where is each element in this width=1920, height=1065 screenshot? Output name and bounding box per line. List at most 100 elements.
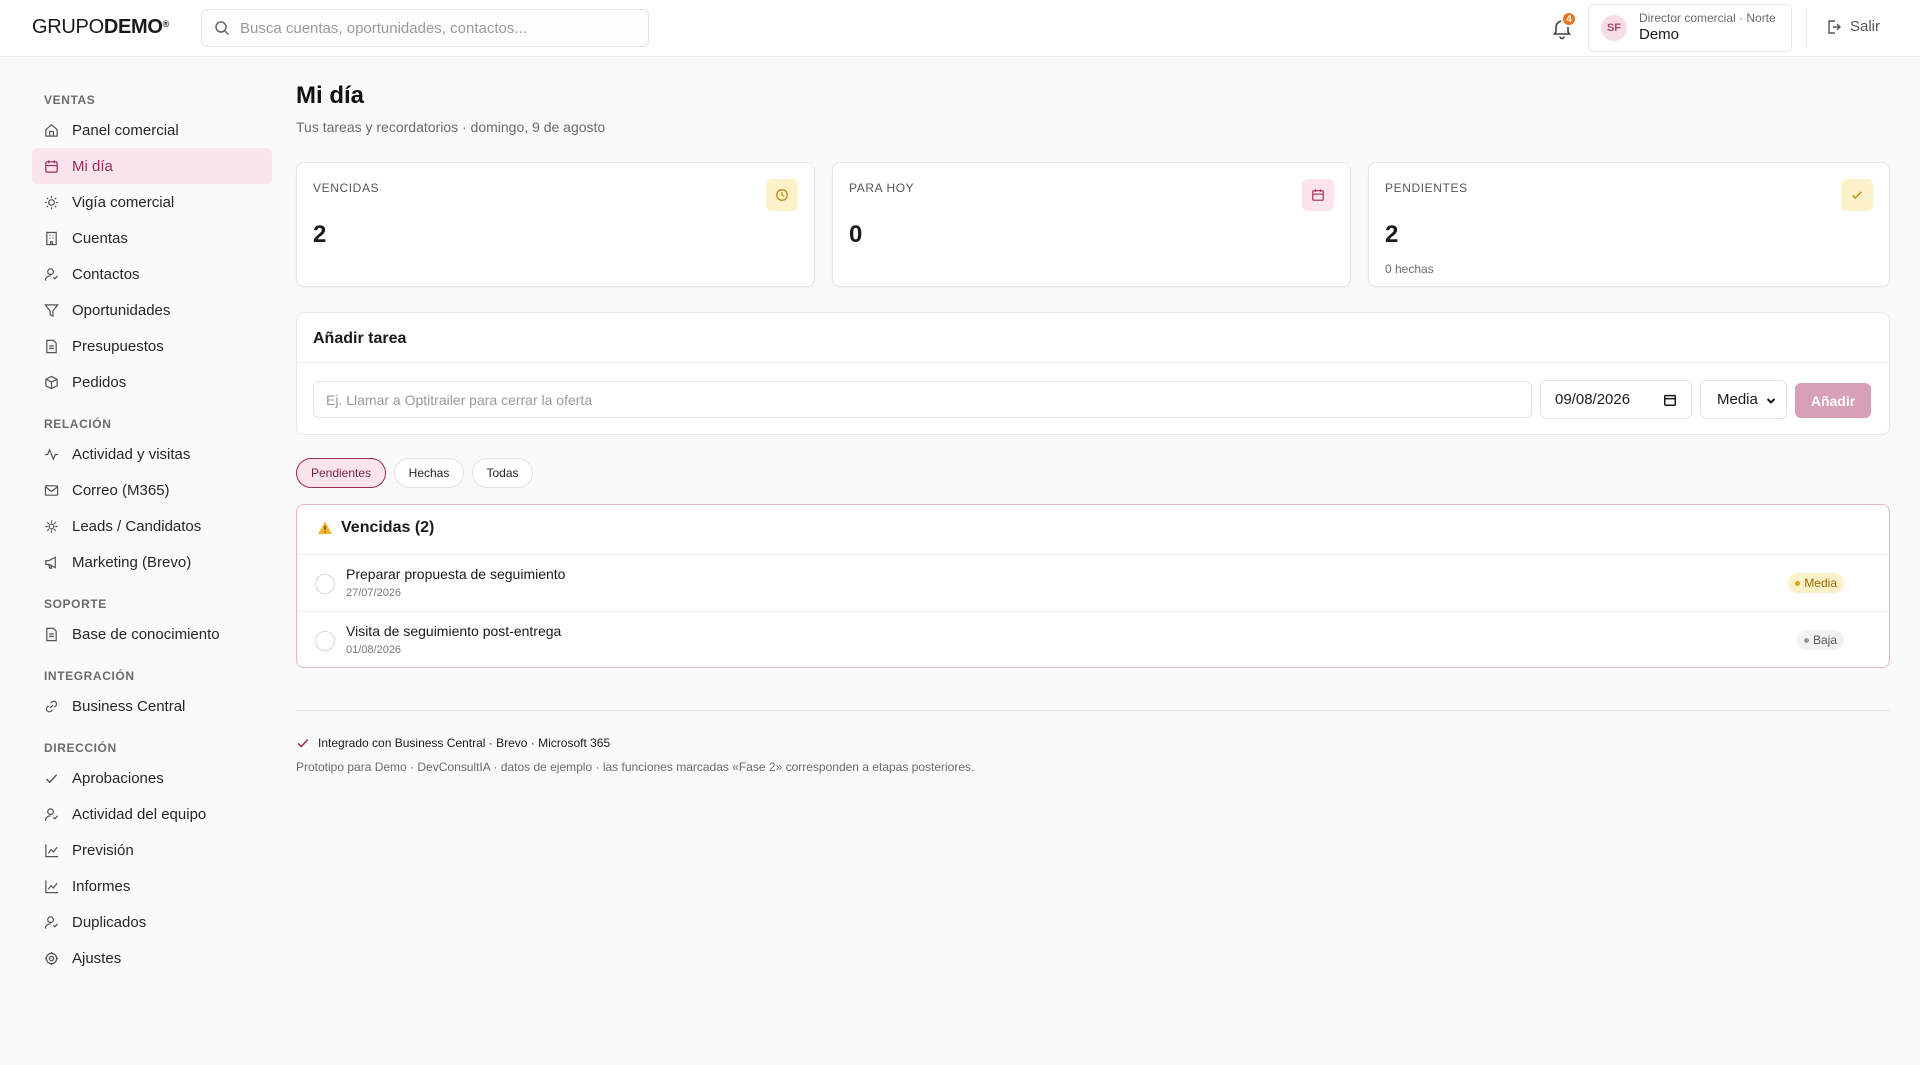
priority-dot [1795,580,1801,586]
sidebar-item-label: Ajustes [72,949,122,967]
document-icon [46,627,57,641]
calendar-icon [45,159,58,173]
sun-icon [44,195,59,209]
stat-value: 2 [313,221,327,248]
header-divider [1806,10,1807,46]
sidebar: VENTAS Panel comercial Mi día Vigía come… [0,57,280,1065]
task-complete-checkbox[interactable] [315,631,335,651]
task-title: Visita de seguimiento post-entrega [346,623,562,639]
overdue-heading-text: Vencidas (2) [341,519,435,536]
stat-label: VENCIDAS [313,181,380,195]
mail-icon [44,484,59,496]
sidebar-item-vigia-comercial[interactable]: Vigía comercial [32,184,272,220]
filter-hechas[interactable]: Hechas [394,458,464,488]
user-menu[interactable]: SF Director comercial · Norte Demo [1588,4,1792,52]
calendar-icon [1302,179,1334,211]
link-icon [45,700,58,712]
priority-dot [1803,637,1809,643]
section-ventas: VENTAS [44,93,96,107]
priority-label: Media [1804,576,1837,590]
stat-sub: 0 hechas [1385,262,1434,276]
gear-icon [44,951,59,965]
sidebar-item-actividad-equipo[interactable]: Actividad del equipo [32,796,272,832]
stat-card-vencidas: VENCIDAS 2 [296,162,815,287]
warning-icon [318,521,332,534]
task-date: 01/08/2026 [346,644,402,656]
check-icon [297,738,309,748]
search-input[interactable] [240,19,630,37]
logo-text-light: GRUPO [32,16,104,38]
sidebar-item-contactos[interactable]: Contactos [32,256,272,292]
filter-pendientes[interactable]: Pendientes [296,458,386,488]
calendar-icon[interactable] [1663,393,1677,407]
stat-label: PARA HOY [849,181,915,195]
add-task-button[interactable]: Añadir [1795,383,1871,418]
sidebar-item-base-conocimiento[interactable]: Base de conocimiento [32,616,272,652]
overdue-task-list: Vencidas (2) Preparar propuesta de segui… [296,504,1890,668]
sidebar-item-cuentas[interactable]: Cuentas [32,220,272,256]
sidebar-item-oportunidades[interactable]: Oportunidades [32,292,272,328]
page-title: Mi día [296,82,365,109]
stat-card-pendientes: PENDIENTES 2 0 hechas [1368,162,1890,287]
check-icon [1841,179,1873,211]
footer-integration: Integrado con Business Central · Brevo ·… [296,736,610,750]
chart-icon [45,843,59,857]
sidebar-item-duplicados[interactable]: Duplicados [32,904,272,940]
section-relacion: RELACIÓN [44,417,112,431]
sidebar-item-label: Previsión [72,841,134,859]
priority-select[interactable]: Media [1700,380,1787,419]
stat-value: 2 [1385,221,1399,248]
sidebar-item-label: Vigía comercial [72,193,175,211]
add-task-panel: Añadir tarea 09/08/2026 Media Añadir [296,312,1890,435]
task-title: Preparar propuesta de seguimiento [346,566,566,582]
team-icon [44,807,59,821]
clock-icon [766,179,798,211]
sidebar-item-panel-comercial[interactable]: Panel comercial [32,112,272,148]
sidebar-item-label: Leads / Candidatos [72,517,202,535]
sidebar-item-label: Business Central [72,697,186,715]
sidebar-item-label: Correo (M365) [72,481,170,499]
sidebar-item-pedidos[interactable]: Pedidos [32,364,272,400]
sidebar-item-correo[interactable]: Correo (M365) [32,472,272,508]
task-complete-checkbox[interactable] [315,574,335,594]
sidebar-item-label: Presupuestos [72,337,164,355]
sidebar-item-prevision[interactable]: Previsión [32,832,272,868]
priority-label: Baja [1812,633,1837,647]
sidebar-item-leads[interactable]: Leads / Candidatos [32,508,272,544]
task-row[interactable]: Preparar propuesta de seguimiento 27/07/… [297,554,1889,611]
page-subtitle: Tus tareas y recordatorios · domingo, 9 … [296,119,606,135]
sidebar-item-label: Pedidos [72,373,127,391]
section-integracion: INTEGRACIÓN [44,669,135,683]
logout-icon [1828,19,1841,34]
due-date-input[interactable]: 09/08/2026 [1540,380,1692,419]
logo[interactable]: GRUPODEMO® [32,16,169,39]
sidebar-item-actividad-visitas[interactable]: Actividad y visitas [32,436,272,472]
sidebar-item-presupuestos[interactable]: Presupuestos [32,328,272,364]
notification-badge: 4 [1561,11,1577,27]
sidebar-item-business-central[interactable]: Business Central [32,688,272,724]
contacts-icon [44,267,59,281]
sidebar-item-marketing[interactable]: Marketing (Brevo) [32,544,272,580]
chevron-down-icon [1766,398,1776,404]
document-icon [46,339,57,353]
priority-badge: Baja [1796,630,1844,650]
check-icon [45,773,58,783]
logout-button[interactable]: Salir [1826,18,1880,35]
sidebar-item-mi-dia[interactable]: Mi día [32,148,272,184]
sidebar-item-label: Actividad del equipo [72,805,207,823]
task-row[interactable]: Visita de seguimiento post-entrega 01/08… [297,611,1889,668]
sidebar-item-label: Marketing (Brevo) [72,553,192,571]
sidebar-item-label: Panel comercial [72,121,179,139]
sidebar-item-aprobaciones[interactable]: Aprobaciones [32,760,272,796]
filter-todas[interactable]: Todas [472,458,533,488]
search-icon [215,21,230,36]
panel-divider [297,362,1889,363]
duplicate-icon [44,915,59,929]
search-box[interactable] [201,9,649,47]
priority-badge: Media [1788,573,1844,593]
task-title-input[interactable] [313,381,1532,418]
overdue-heading: Vencidas (2) [317,519,434,537]
sidebar-item-ajustes[interactable]: Ajustes [32,940,272,976]
logo-text-bold: DEMO [103,16,163,38]
sidebar-item-informes[interactable]: Informes [32,868,272,904]
